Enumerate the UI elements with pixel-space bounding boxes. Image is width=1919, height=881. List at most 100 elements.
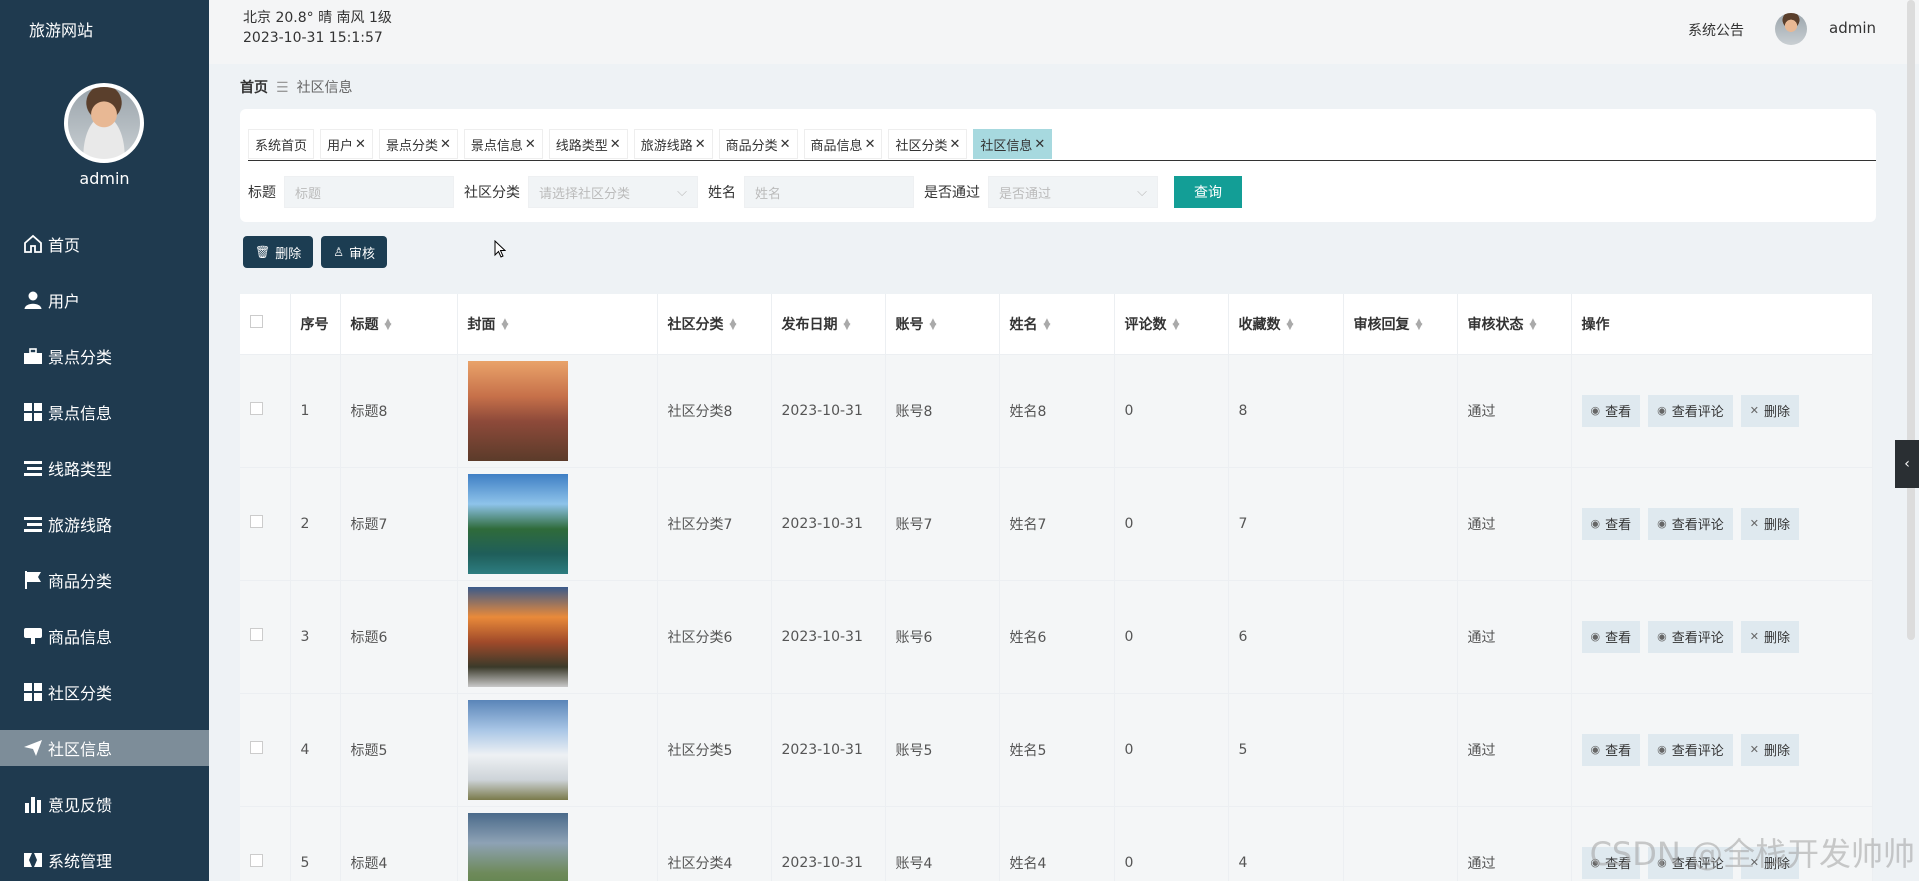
- tab-4[interactable]: 线路类型 ✕: [548, 129, 628, 159]
- collapse-panel-button[interactable]: ‹: [1895, 440, 1919, 488]
- cover-image[interactable]: [467, 812, 568, 881]
- column-header-4[interactable]: 发布日期 ▲ ▼: [771, 294, 886, 355]
- row-delete-button[interactable]: ✕ 删除: [1740, 394, 1799, 427]
- row-checkbox[interactable]: [250, 628, 263, 641]
- close-icon[interactable]: ✕: [695, 137, 706, 152]
- sidebar-item-10[interactable]: 意见反馈: [0, 776, 209, 832]
- top-username[interactable]: admin: [1829, 19, 1876, 37]
- cover-image[interactable]: [467, 360, 568, 461]
- sort-icon[interactable]: ▲ ▼: [1044, 317, 1051, 331]
- cell-no: 2: [290, 467, 341, 581]
- cell-reply: [1343, 806, 1458, 881]
- view-button[interactable]: ◉ 查看: [1581, 733, 1641, 766]
- view-button[interactable]: ◉ 查看: [1581, 507, 1641, 540]
- column-header-7[interactable]: 评论数 ▲ ▼: [1114, 294, 1229, 355]
- review-button[interactable]: ♙ 审核: [321, 236, 388, 268]
- tab-2[interactable]: 景点分类 ✕: [378, 129, 458, 159]
- sidebar-item-label: 用户: [48, 292, 81, 311]
- sort-icon[interactable]: ▲ ▼: [730, 317, 737, 331]
- category-select[interactable]: 请选择社区分类 ⌵: [528, 176, 698, 208]
- close-icon[interactable]: ✕: [865, 137, 876, 152]
- sidebar-item-11[interactable]: 系统管理: [0, 832, 209, 881]
- tab-9[interactable]: 社区信息 ✕: [973, 129, 1053, 159]
- column-header-10[interactable]: 审核状态 ▲ ▼: [1457, 294, 1572, 355]
- cell-date: 2023-10-31: [771, 467, 886, 581]
- sidebar-item-0[interactable]: 首页: [0, 216, 209, 272]
- sidebar-item-6[interactable]: 商品分类: [0, 552, 209, 608]
- column-header-3[interactable]: 社区分类 ▲ ▼: [657, 294, 772, 355]
- system-notice-link[interactable]: 系统公告: [1688, 20, 1744, 40]
- close-icon[interactable]: ✕: [525, 137, 536, 152]
- tab-3[interactable]: 景点信息 ✕: [463, 129, 543, 159]
- view-comments-button[interactable]: ◉ 查看评论: [1648, 620, 1733, 653]
- close-icon[interactable]: ✕: [610, 137, 621, 152]
- row-checkbox[interactable]: [250, 854, 263, 867]
- row-delete-button[interactable]: ✕ 删除: [1740, 733, 1799, 766]
- tab-7[interactable]: 商品信息 ✕: [803, 129, 883, 159]
- select-all-checkbox[interactable]: [250, 315, 263, 329]
- sort-icon[interactable]: ▲ ▼: [1416, 317, 1423, 331]
- cell-name: 姓名5: [999, 693, 1115, 807]
- column-header-8[interactable]: 收藏数 ▲ ▼: [1228, 294, 1344, 355]
- bulk-delete-button[interactable]: 🗑 删除: [243, 236, 314, 268]
- sidebar-item-4[interactable]: 线路类型: [0, 440, 209, 496]
- close-icon[interactable]: ✕: [440, 137, 451, 152]
- sort-icon[interactable]: ▲ ▼: [1173, 317, 1180, 331]
- cover-image[interactable]: [467, 586, 568, 687]
- cover-image[interactable]: [467, 473, 568, 574]
- tab-6[interactable]: 商品分类 ✕: [718, 129, 798, 159]
- row-checkbox[interactable]: [250, 741, 263, 754]
- title-input[interactable]: 标题: [284, 176, 454, 208]
- row-delete-label: 删除: [1763, 631, 1790, 646]
- cell-date: 2023-10-31: [771, 354, 886, 468]
- sidebar-item-1[interactable]: 用户: [0, 272, 209, 328]
- close-icon[interactable]: ✕: [780, 137, 791, 152]
- sidebar-item-3[interactable]: 景点信息: [0, 384, 209, 440]
- view-comments-button[interactable]: ◉ 查看评论: [1648, 507, 1733, 540]
- cover-image[interactable]: [467, 699, 568, 800]
- sidebar-item-9[interactable]: 社区信息: [0, 730, 209, 766]
- sidebar-item-7[interactable]: 商品信息: [0, 608, 209, 664]
- column-header-5[interactable]: 账号 ▲ ▼: [885, 294, 1000, 355]
- query-button[interactable]: 查询: [1174, 176, 1242, 208]
- sort-icon[interactable]: ▲ ▼: [1530, 317, 1537, 331]
- name-input[interactable]: 姓名: [744, 176, 914, 208]
- column-header-9[interactable]: 审核回复 ▲ ▼: [1343, 294, 1458, 355]
- row-checkbox[interactable]: [250, 515, 263, 528]
- sidebar-item-5[interactable]: 旅游线路: [0, 496, 209, 552]
- tab-divider: [248, 160, 1876, 161]
- sort-icon[interactable]: ▲ ▼: [930, 317, 937, 331]
- tab-1[interactable]: 用户 ✕: [320, 129, 373, 159]
- close-icon[interactable]: ✕: [1034, 137, 1045, 152]
- view-comments-button[interactable]: ◉ 查看评论: [1648, 394, 1733, 427]
- approved-select[interactable]: 是否通过 ⌵: [988, 176, 1158, 208]
- close-icon[interactable]: ✕: [949, 137, 960, 152]
- tab-5[interactable]: 旅游线路 ✕: [633, 129, 713, 159]
- view-button[interactable]: ◉ 查看: [1581, 394, 1641, 427]
- column-header-2[interactable]: 封面 ▲ ▼: [457, 294, 658, 355]
- cell-favorites: 5: [1228, 693, 1344, 807]
- sort-icon[interactable]: ▲ ▼: [502, 317, 509, 331]
- tab-8[interactable]: 社区分类 ✕: [888, 129, 968, 159]
- column-header-6[interactable]: 姓名 ▲ ▼: [999, 294, 1115, 355]
- row-checkbox[interactable]: [250, 402, 263, 415]
- avatar[interactable]: [1775, 13, 1807, 45]
- column-header-1[interactable]: 标题 ▲ ▼: [340, 294, 458, 355]
- view-button[interactable]: ◉ 查看: [1581, 620, 1641, 653]
- sort-icon[interactable]: ▲ ▼: [844, 317, 851, 331]
- page-scrollbar[interactable]: [1907, 0, 1915, 640]
- sidebar-item-8[interactable]: 社区分类: [0, 664, 209, 720]
- row-delete-button[interactable]: ✕ 删除: [1740, 507, 1799, 540]
- view-comments-button[interactable]: ◉ 查看评论: [1648, 733, 1733, 766]
- tab-0[interactable]: 系统首页: [248, 129, 315, 159]
- sort-icon[interactable]: ▲ ▼: [385, 317, 392, 331]
- breadcrumb-home[interactable]: 首页: [240, 80, 268, 96]
- chevron-down-icon: ⌵: [677, 184, 687, 200]
- table-row: 3 标题6 社区分类6 2023-10-31 账号6 姓名6 0 6 通过 ◉ 查看 ◉ 查看评论 ✕ 删…: [240, 580, 1873, 694]
- cell-comments: 0: [1114, 806, 1229, 881]
- sidebar-item-2[interactable]: 景点分类: [0, 328, 209, 384]
- close-icon[interactable]: ✕: [355, 137, 366, 152]
- cell-no: 5: [290, 806, 341, 881]
- sort-icon[interactable]: ▲ ▼: [1287, 317, 1294, 331]
- row-delete-button[interactable]: ✕ 删除: [1740, 620, 1799, 653]
